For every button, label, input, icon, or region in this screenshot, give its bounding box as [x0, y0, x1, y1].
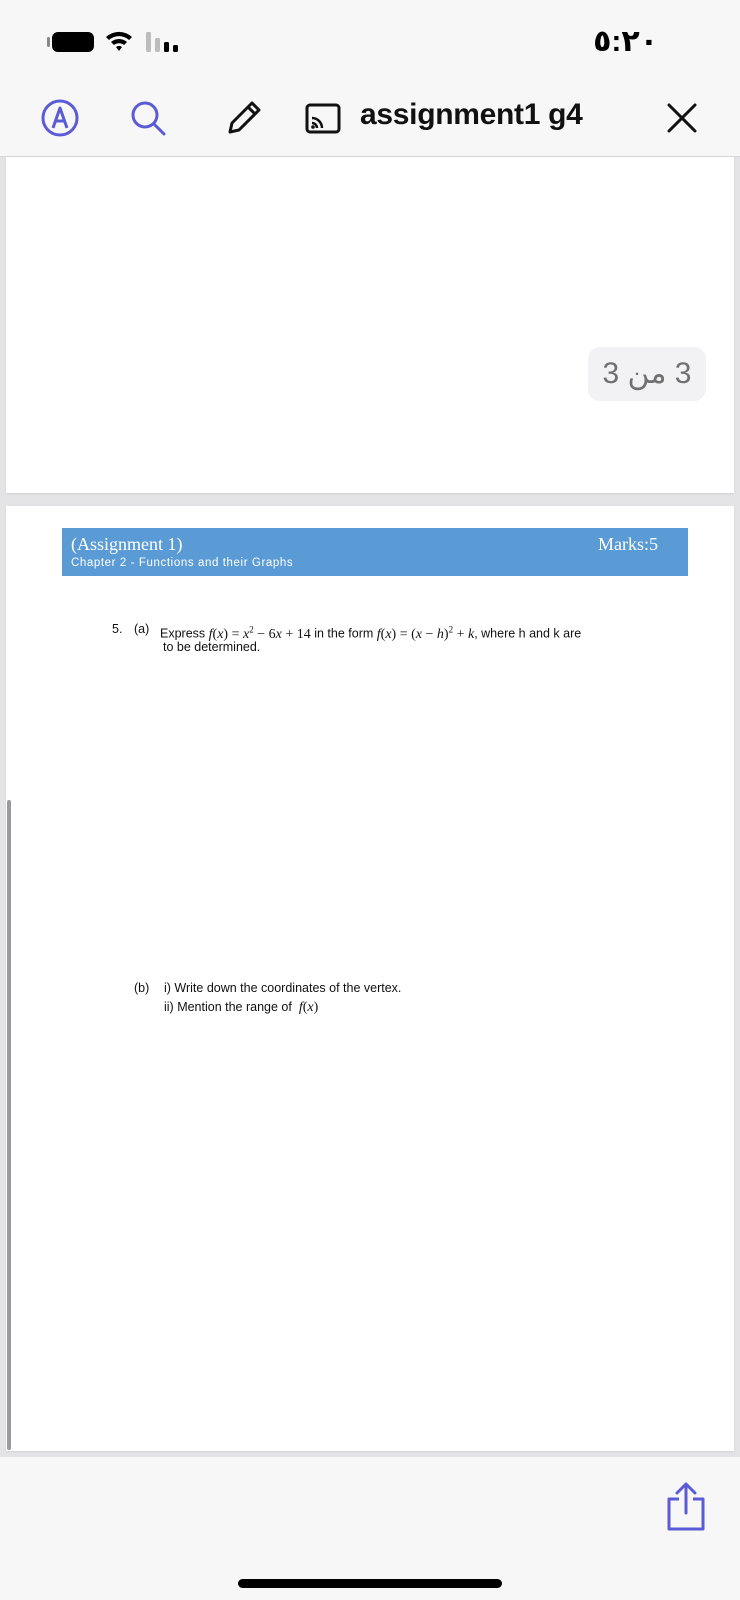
status-time: ٥:٢٠	[593, 25, 658, 58]
chapter-subtitle: Chapter 2 - Functions and their Graphs	[71, 557, 294, 569]
share-icon[interactable]	[664, 1481, 708, 1533]
pdf-viewer[interactable]: (Assignment 1) Chapter 2 - Functions and…	[0, 157, 740, 1457]
part-b-item-2: ii) Mention the range of f(x)	[164, 998, 318, 1017]
bottom-bar	[0, 1457, 740, 1600]
status-bar: ٥:٢٠	[0, 0, 740, 80]
part-b-label: (b)	[134, 981, 150, 995]
page-counter: 3 من 3	[588, 347, 706, 401]
battery-cap	[47, 37, 50, 47]
scrollbar[interactable]	[7, 800, 11, 1450]
assignment-title: (Assignment 1)	[71, 534, 183, 554]
pencil-icon[interactable]	[224, 98, 264, 138]
part-a-text-3: , where h and k are	[474, 626, 582, 641]
vertex-form-expression: f(x) = (x − h)2 + k	[376, 624, 475, 642]
search-icon[interactable]	[128, 98, 168, 138]
pdf-page-current: (Assignment 1) Chapter 2 - Functions and…	[6, 506, 734, 1451]
marks-label: Marks:5	[598, 534, 658, 554]
battery-icon	[52, 32, 94, 52]
signal-icon	[146, 32, 178, 52]
question-number: 5.	[112, 622, 123, 636]
toolbar: assignment1 g4	[0, 80, 740, 157]
part-b-item-1: i) Write down the coordinates of the ver…	[164, 981, 402, 995]
assignment-header-band: (Assignment 1) Chapter 2 - Functions and…	[62, 528, 688, 576]
close-icon[interactable]	[662, 98, 702, 138]
cast-icon[interactable]	[304, 100, 344, 140]
document-title: assignment1 g4	[360, 98, 583, 131]
pdf-page-previous	[6, 157, 734, 493]
part-a-text-2: in the form	[314, 626, 374, 641]
part-a-label: (a)	[134, 622, 150, 636]
home-indicator	[238, 1579, 502, 1588]
wifi-icon	[106, 31, 132, 51]
part-a-text-continued: to be determined.	[163, 640, 261, 654]
part-b-item-2-text: ii) Mention the range of	[164, 1000, 292, 1014]
markup-icon[interactable]	[40, 98, 80, 138]
function-symbol: f(x)	[298, 1000, 319, 1015]
